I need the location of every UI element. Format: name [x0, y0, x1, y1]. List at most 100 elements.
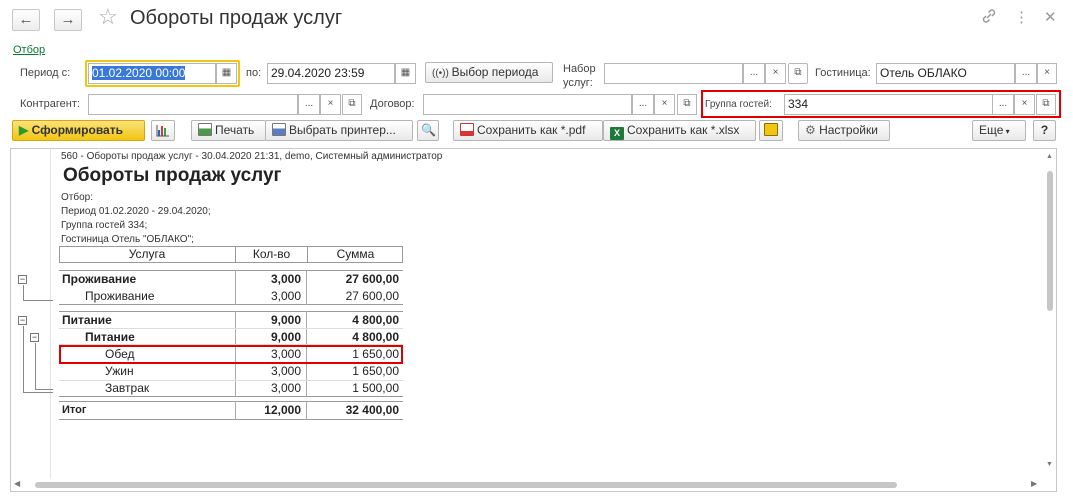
horizontal-scrollbar-thumb[interactable] — [35, 482, 897, 488]
report-title: Обороты продаж услуг — [63, 165, 282, 186]
table-cell: 3,000 — [270, 381, 301, 395]
contractor-choose-button[interactable]: ... — [298, 94, 320, 115]
save-xlsx-button[interactable]: X Сохранить как *.xlsx — [603, 120, 756, 141]
filter-link[interactable]: Отбор — [13, 44, 45, 56]
print-button[interactable]: Печать — [191, 120, 266, 141]
table-cell: 32 400,00 — [345, 403, 399, 417]
contract-input[interactable] — [423, 94, 632, 115]
table-cell: 9,000 — [270, 313, 301, 327]
guest-group-label: Группа гостей: — [705, 99, 772, 110]
scroll-up-icon[interactable]: ▲ — [1046, 153, 1053, 160]
period-to-label: по: — [246, 67, 262, 79]
generate-button[interactable]: ▶ Сформировать — [12, 120, 145, 141]
printer-icon — [198, 123, 212, 136]
service-set-choose-button[interactable]: ... — [743, 63, 765, 84]
contract-choose-button[interactable]: ... — [632, 94, 654, 115]
table-cell: 1 500,00 — [352, 381, 399, 395]
guest-group-choose-button[interactable]: ... — [992, 94, 1014, 115]
save-icon — [764, 123, 778, 136]
column-header-sum: Сумма — [307, 246, 403, 263]
horizontal-scrollbar[interactable]: ◀ ▶ — [11, 478, 1044, 491]
scroll-down-icon[interactable]: ▼ — [1046, 461, 1053, 468]
service-set-open-button[interactable]: ⧉ — [788, 63, 808, 84]
guest-group-input[interactable]: 334 — [784, 94, 1014, 115]
chart-button[interactable] — [151, 120, 175, 141]
table-cell: 3,000 — [270, 289, 301, 303]
service-set-label: Набор — [563, 63, 596, 75]
close-icon[interactable]: ✕ — [1044, 8, 1057, 26]
favorite-star-icon[interactable]: ☆ — [98, 4, 118, 30]
table-row: Ужин — [105, 364, 134, 378]
choose-printer-button[interactable]: Выбрать принтер... — [265, 120, 413, 141]
table-cell: 3,000 — [270, 272, 301, 286]
guest-group-clear-button[interactable]: × — [1014, 94, 1035, 115]
period-select-button[interactable]: ((•)) Выбор периода — [425, 62, 553, 83]
calendar-button[interactable]: ▦ — [395, 63, 416, 84]
period-to-input[interactable]: 29.04.2020 23:59 — [267, 63, 395, 84]
calendar-icon: ▦ — [400, 67, 411, 78]
table-cell: 3,000 — [270, 364, 301, 378]
scroll-right-icon[interactable]: ▶ — [1031, 479, 1037, 488]
more-button[interactable]: Еще ▾ — [972, 120, 1026, 141]
period-icon: ((•)) — [432, 68, 452, 79]
calendar-button[interactable]: ▦ — [216, 63, 237, 84]
table-row: Проживание — [62, 272, 137, 286]
period-from-label: Период с: — [20, 67, 71, 79]
vertical-scrollbar[interactable]: ▲ ▼ — [1043, 149, 1056, 479]
hotel-clear-button[interactable]: × — [1037, 63, 1057, 84]
chevron-down-icon: ▾ — [1003, 127, 1010, 136]
pdf-icon — [460, 123, 474, 136]
table-row: Питание — [85, 330, 135, 344]
contract-label: Договор: — [370, 98, 415, 110]
group-bracket — [23, 285, 53, 301]
report-filters: Отбор: Период 01.02.2020 - 29.04.2020; Г… — [61, 192, 211, 245]
period-from-input[interactable]: 01.02.2020 00:00 — [88, 63, 216, 84]
column-header-qty: Кол-во — [235, 246, 307, 263]
table-cell: 9,000 — [270, 330, 301, 344]
grouping-gutter — [11, 149, 51, 479]
contractor-label: Контрагент: — [20, 98, 80, 110]
total-row: Итог — [62, 404, 87, 416]
collapse-toggle[interactable]: − — [18, 275, 27, 284]
forward-button[interactable]: → — [54, 9, 82, 31]
arrow-left-icon: ← — [18, 11, 34, 28]
table-cell: 1 650,00 — [352, 347, 399, 361]
hotel-input[interactable]: Отель ОБЛАКО — [876, 63, 1015, 84]
contractor-clear-button[interactable]: × — [320, 94, 341, 115]
guest-group-open-button[interactable]: ⧉ — [1036, 94, 1056, 115]
service-set-input[interactable] — [604, 63, 743, 84]
contract-open-button[interactable]: ⧉ — [677, 94, 697, 115]
link-icon[interactable] — [981, 8, 997, 27]
page-title: Обороты продаж услуг — [130, 7, 343, 29]
service-set-clear-button[interactable]: × — [765, 63, 786, 84]
table-cell: 4 800,00 — [352, 330, 399, 344]
collapse-toggle[interactable]: − — [18, 316, 27, 325]
play-icon: ▶ — [19, 123, 32, 137]
settings-button[interactable]: ⚙ Настройки — [798, 120, 890, 141]
vertical-scrollbar-thumb[interactable] — [1047, 171, 1053, 311]
help-button[interactable]: ? — [1033, 120, 1056, 141]
hotel-choose-button[interactable]: ... — [1015, 63, 1037, 84]
excel-icon: X — [610, 127, 624, 140]
service-set-label-2: услуг: — [563, 77, 593, 89]
table-row: Проживание — [85, 289, 155, 303]
report-spreadsheet[interactable]: 560 - Обороты продаж услуг - 30.04.2020 … — [10, 148, 1057, 492]
save-pdf-button[interactable]: Сохранить как *.pdf — [453, 120, 603, 141]
column-header-service: Услуга — [128, 247, 166, 261]
preview-icon: 🔍 — [421, 123, 436, 137]
printer-icon — [272, 123, 286, 136]
more-vertical-icon[interactable]: ⋮ — [1014, 8, 1029, 26]
table-row: Завтрак — [105, 381, 150, 395]
table-row: Питание — [62, 313, 112, 327]
contract-clear-button[interactable]: × — [654, 94, 675, 115]
save-button[interactable] — [759, 120, 783, 141]
scroll-left-icon[interactable]: ◀ — [14, 479, 20, 488]
report-meta: 560 - Обороты продаж услуг - 30.04.2020 … — [61, 151, 443, 162]
table-row: Обед — [105, 347, 135, 361]
contractor-open-button[interactable]: ⧉ — [342, 94, 362, 115]
contractor-input[interactable] — [88, 94, 298, 115]
table-cell: 4 800,00 — [352, 313, 399, 327]
chart-icon — [156, 125, 169, 137]
print-preview-button[interactable]: 🔍 — [417, 120, 439, 141]
back-button[interactable]: ← — [12, 9, 40, 31]
